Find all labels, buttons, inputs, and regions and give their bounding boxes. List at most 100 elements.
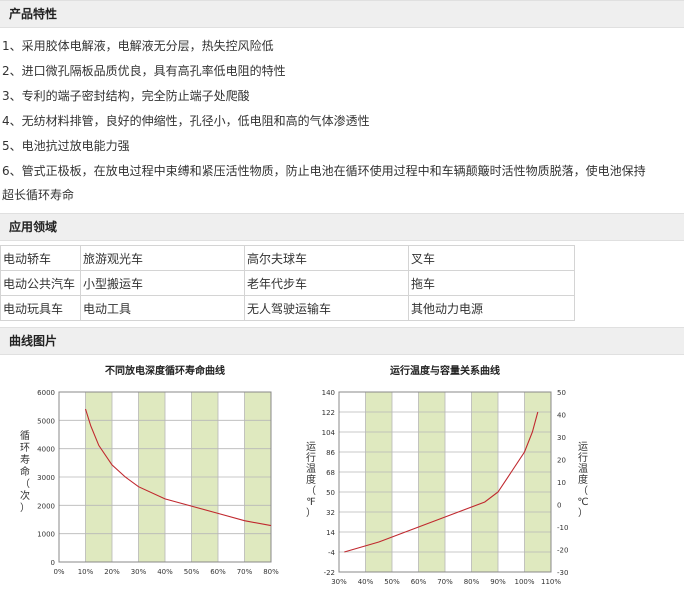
y-tick-label: 50 — [326, 489, 335, 497]
charts-area: 不同放电深度循环寿命曲线 0% 10% 20% 30% 40% 50% 60% 70% 80% 0 1… — [0, 355, 684, 585]
y-tick-label: 86 — [326, 449, 335, 457]
y2-axis-label: （ — [578, 485, 588, 497]
x-tick-label: 30% — [131, 568, 147, 576]
x-tick-label: 70% — [437, 578, 453, 585]
y-axis-label: 循 — [20, 429, 30, 442]
y-tick-label: 6000 — [37, 389, 55, 397]
charts-heading: 曲线图片 — [0, 327, 684, 355]
y-axis-label: 次 — [20, 489, 30, 502]
x-tick-label: 80% — [263, 568, 279, 576]
x-tick-label: 10% — [78, 568, 94, 576]
table-cell: 电动公共汽车 — [0, 270, 81, 296]
grid-band — [418, 392, 445, 572]
table-row: 电动轿车 旅游观光车 高尔夫球车 叉车 — [0, 245, 575, 271]
x-tick-label: 0% — [53, 568, 64, 576]
applications-table: 电动轿车 旅游观光车 高尔夫球车 叉车 电动公共汽车 小型搬运车 老年代步车 拖… — [0, 245, 575, 321]
y2-tick-label: 10 — [557, 479, 566, 487]
y2-tick-label: -10 — [557, 524, 568, 532]
y-tick-label: 14 — [326, 529, 335, 537]
y2-axis-label: ） — [578, 507, 588, 519]
y-axis-label: 度 — [306, 473, 316, 486]
y-tick-label: 122 — [322, 409, 335, 417]
y2-axis-label: 运 — [578, 441, 588, 453]
table-cell: 叉车 — [408, 245, 575, 271]
y2-tick-label: 50 — [557, 389, 566, 397]
table-cell: 旅游观光车 — [80, 245, 245, 271]
x-tick-label: 30% — [331, 578, 347, 585]
temperature-capacity-chart: 运行温度与容量关系曲线 30% 40% 50% 60% 70% 80% 90% 100% 110%… — [306, 364, 589, 585]
y-axis-label: （ — [20, 478, 30, 490]
x-tick-label: 40% — [358, 578, 374, 585]
y2-axis-label: 行 — [578, 451, 588, 464]
x-tick-label: 90% — [490, 578, 506, 585]
y2-tick-label: -30 — [557, 569, 568, 577]
cycle-life-chart: 不同放电深度循环寿命曲线 0% 10% 20% 30% 40% 50% 60% 70% 80% 0 1… — [20, 364, 279, 576]
table-row: 电动公共汽车 小型搬运车 老年代步车 拖车 — [0, 270, 575, 296]
x-tick-label: 60% — [411, 578, 427, 585]
table-cell: 拖车 — [408, 270, 575, 296]
y-tick-label: 4000 — [37, 446, 55, 454]
table-cell: 电动轿车 — [0, 245, 81, 271]
grid-band — [471, 392, 498, 572]
y-tick-label: 104 — [322, 429, 336, 437]
x-tick-label: 50% — [184, 568, 200, 576]
chart-title: 运行温度与容量关系曲线 — [390, 364, 500, 377]
table-cell: 小型搬运车 — [80, 270, 245, 296]
x-tick-label: 110% — [541, 578, 561, 585]
y-axis-label: ℉ — [306, 497, 316, 508]
y-tick-label: 5000 — [37, 417, 55, 425]
y-tick-label: 3000 — [37, 474, 55, 482]
y2-axis-label: 度 — [578, 473, 588, 486]
y-tick-label: 140 — [322, 389, 335, 397]
y-tick-label: 68 — [326, 469, 335, 477]
x-tick-label: 60% — [210, 568, 226, 576]
feature-item: 6、管式正极板，在放电过程中束缚和紧压活性物质，防止电池在循环使用过程中和车辆颠… — [0, 159, 684, 207]
y-axis-label: （ — [306, 485, 316, 497]
grid-band — [524, 392, 551, 572]
feature-item: 5、电池抗过放电能力强 — [2, 139, 130, 153]
table-cell: 其他动力电源 — [408, 295, 575, 321]
x-tick-label: 20% — [104, 568, 120, 576]
x-tick-label: 40% — [157, 568, 173, 576]
chart-title: 不同放电深度循环寿命曲线 — [105, 364, 225, 377]
y-axis-label: 运 — [306, 441, 316, 453]
y2-tick-label: 30 — [557, 434, 566, 442]
feature-item: 4、无纺材料排管，良好的伸缩性，孔径小，低电阻和高的气体渗透性 — [2, 114, 370, 128]
table-row: 电动玩具车 电动工具 无人驾驶运输车 其他动力电源 — [0, 295, 575, 321]
x-tick-label: 100% — [514, 578, 534, 585]
y-axis-label: 环 — [20, 443, 30, 454]
features-list: 1、采用胶体电解液，电解液无分层，热失控风险低 2、进口微孔隔板品质优良，具有高… — [0, 28, 684, 207]
charts-section: 曲线图片 不同放电深度循环寿命曲线 0% 10% 20% 30% 40% 50% 60% 70%… — [0, 327, 684, 585]
features-heading: 产品特性 — [0, 0, 684, 28]
y-tick-label: -4 — [328, 549, 336, 557]
y2-axis-label: 温 — [578, 463, 588, 475]
y-tick-label: 2000 — [37, 502, 55, 510]
table-cell: 电动工具 — [80, 295, 245, 321]
table-cell: 老年代步车 — [244, 270, 409, 296]
table-cell: 电动玩具车 — [0, 295, 81, 321]
y-axis-label: 命 — [20, 465, 30, 478]
y2-tick-label: 20 — [557, 457, 566, 465]
feature-item: 3、专利的端子密封结构，完全防止端子处爬酸 — [2, 89, 250, 103]
y-axis-label: ） — [20, 502, 30, 514]
x-tick-label: 70% — [237, 568, 253, 576]
y-tick-label: 1000 — [37, 531, 55, 539]
y2-axis-label: ℃ — [577, 497, 588, 508]
y2-tick-label: -20 — [557, 547, 568, 555]
x-tick-label: 80% — [464, 578, 480, 585]
applications-section: 应用领域 电动轿车 旅游观光车 高尔夫球车 叉车 电动公共汽车 小型搬运车 老年… — [0, 213, 684, 321]
y-tick-label: 32 — [326, 509, 335, 517]
x-tick-label: 50% — [384, 578, 400, 585]
applications-heading: 应用领域 — [0, 213, 684, 241]
feature-item: 2、进口微孔隔板品质优良，具有高孔率低电阻的特性 — [2, 64, 286, 78]
y-tick-label: 0 — [51, 559, 55, 567]
feature-item-text: 6、管式正极板，在放电过程中束缚和紧压活性物质，防止电池在循环使用过程中和车辆颠… — [2, 164, 646, 202]
feature-item: 1、采用胶体电解液，电解液无分层，热失控风险低 — [2, 39, 274, 53]
y-tick-label: -22 — [324, 569, 335, 577]
table-cell: 无人驾驶运输车 — [244, 295, 409, 321]
table-cell: 高尔夫球车 — [244, 245, 409, 271]
y-axis-label: 行 — [306, 451, 316, 464]
y-axis-label: ） — [306, 507, 316, 519]
y2-tick-label: 40 — [557, 412, 566, 420]
y-axis-label: 温 — [306, 463, 316, 475]
